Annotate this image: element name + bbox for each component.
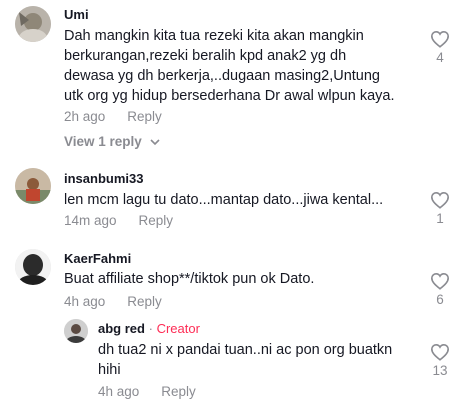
comment-text: Dah mangkin kita tua rezeki kita akan ma… xyxy=(64,26,424,106)
avatar[interactable] xyxy=(15,6,51,42)
reply-time: 4h ago xyxy=(98,384,140,399)
comment-text-line: len mcm lagu tu dato...mantap dato...jiw… xyxy=(64,192,384,208)
heart-outline-icon xyxy=(430,343,450,361)
comment-meta: 4h ago Reply xyxy=(64,294,162,309)
like-button[interactable]: 13 xyxy=(425,343,455,378)
view-replies-label: View 1 reply xyxy=(64,134,142,149)
like-count: 4 xyxy=(436,50,444,65)
comment-item: Umi Dah mangkin kita tua rezeki kita aka… xyxy=(0,0,474,160)
view-replies-button[interactable]: View 1 reply xyxy=(64,134,160,149)
reply-button[interactable]: Reply xyxy=(161,384,196,399)
reply-text: dh tua2 ni x pandai tuan..ni ac pon org … xyxy=(98,340,428,380)
chevron-down-icon xyxy=(149,139,160,146)
comment-text: len mcm lagu tu dato...mantap dato...jiw… xyxy=(64,190,424,210)
comment-text: Buat affiliate shop**/tiktok pun ok Dato… xyxy=(64,269,424,289)
comment-text-line: Buat affiliate shop**/tiktok pun ok Dato… xyxy=(64,271,315,287)
comment-username[interactable]: KaerFahmi xyxy=(64,251,131,266)
comment-text-line: Dah mangkin kita tua rezeki kita akan ma… xyxy=(64,28,364,44)
comment-username[interactable]: Umi xyxy=(64,7,89,22)
comment-text-line: berkurangan,rezeki beralih kpd anak2 yg … xyxy=(64,48,347,64)
heart-outline-icon xyxy=(430,30,450,48)
comment-meta: 14m ago Reply xyxy=(64,213,173,228)
comment-time: 14m ago xyxy=(64,213,117,228)
avatar[interactable] xyxy=(15,168,51,204)
reply-button[interactable]: Reply xyxy=(127,109,162,124)
heart-outline-icon xyxy=(430,191,450,209)
comment-username[interactable]: insanbumi33 xyxy=(64,171,143,186)
reply-item: abg red · Creator dh tua2 ni x pandai tu… xyxy=(0,314,474,404)
like-count: 13 xyxy=(432,363,448,378)
creator-badge: Creator xyxy=(156,321,200,336)
reply-username-text: abg red xyxy=(98,321,145,336)
comment-item: KaerFahmi Buat affiliate shop**/tiktok p… xyxy=(0,240,474,314)
reply-meta: 4h ago Reply xyxy=(98,384,196,399)
heart-outline-icon xyxy=(430,272,450,290)
like-count: 6 xyxy=(436,292,444,307)
comment-meta: 2h ago Reply xyxy=(64,109,162,124)
like-button[interactable]: 6 xyxy=(425,272,455,307)
comment-time: 2h ago xyxy=(64,109,106,124)
comment-text-line: utk org yg hidup bersederhana Dr awal wl… xyxy=(64,88,395,104)
like-button[interactable]: 1 xyxy=(425,191,455,226)
like-button[interactable]: 4 xyxy=(425,30,455,65)
comment-item: insanbumi33 len mcm lagu tu dato...manta… xyxy=(0,160,474,240)
reply-username[interactable]: abg red · Creator xyxy=(98,321,200,336)
reply-text-line: hihi xyxy=(98,362,121,378)
reply-button[interactable]: Reply xyxy=(139,213,174,228)
reply-text-line: dh tua2 ni x pandai tuan..ni ac pon org … xyxy=(98,342,393,358)
separator: · xyxy=(148,321,153,336)
avatar[interactable] xyxy=(64,319,88,343)
comment-text-line: dewasa yg dh berkerja,..dugaan masing2,U… xyxy=(64,68,380,84)
avatar[interactable] xyxy=(15,249,51,285)
reply-button[interactable]: Reply xyxy=(127,294,162,309)
comment-time: 4h ago xyxy=(64,294,106,309)
like-count: 1 xyxy=(436,211,444,226)
